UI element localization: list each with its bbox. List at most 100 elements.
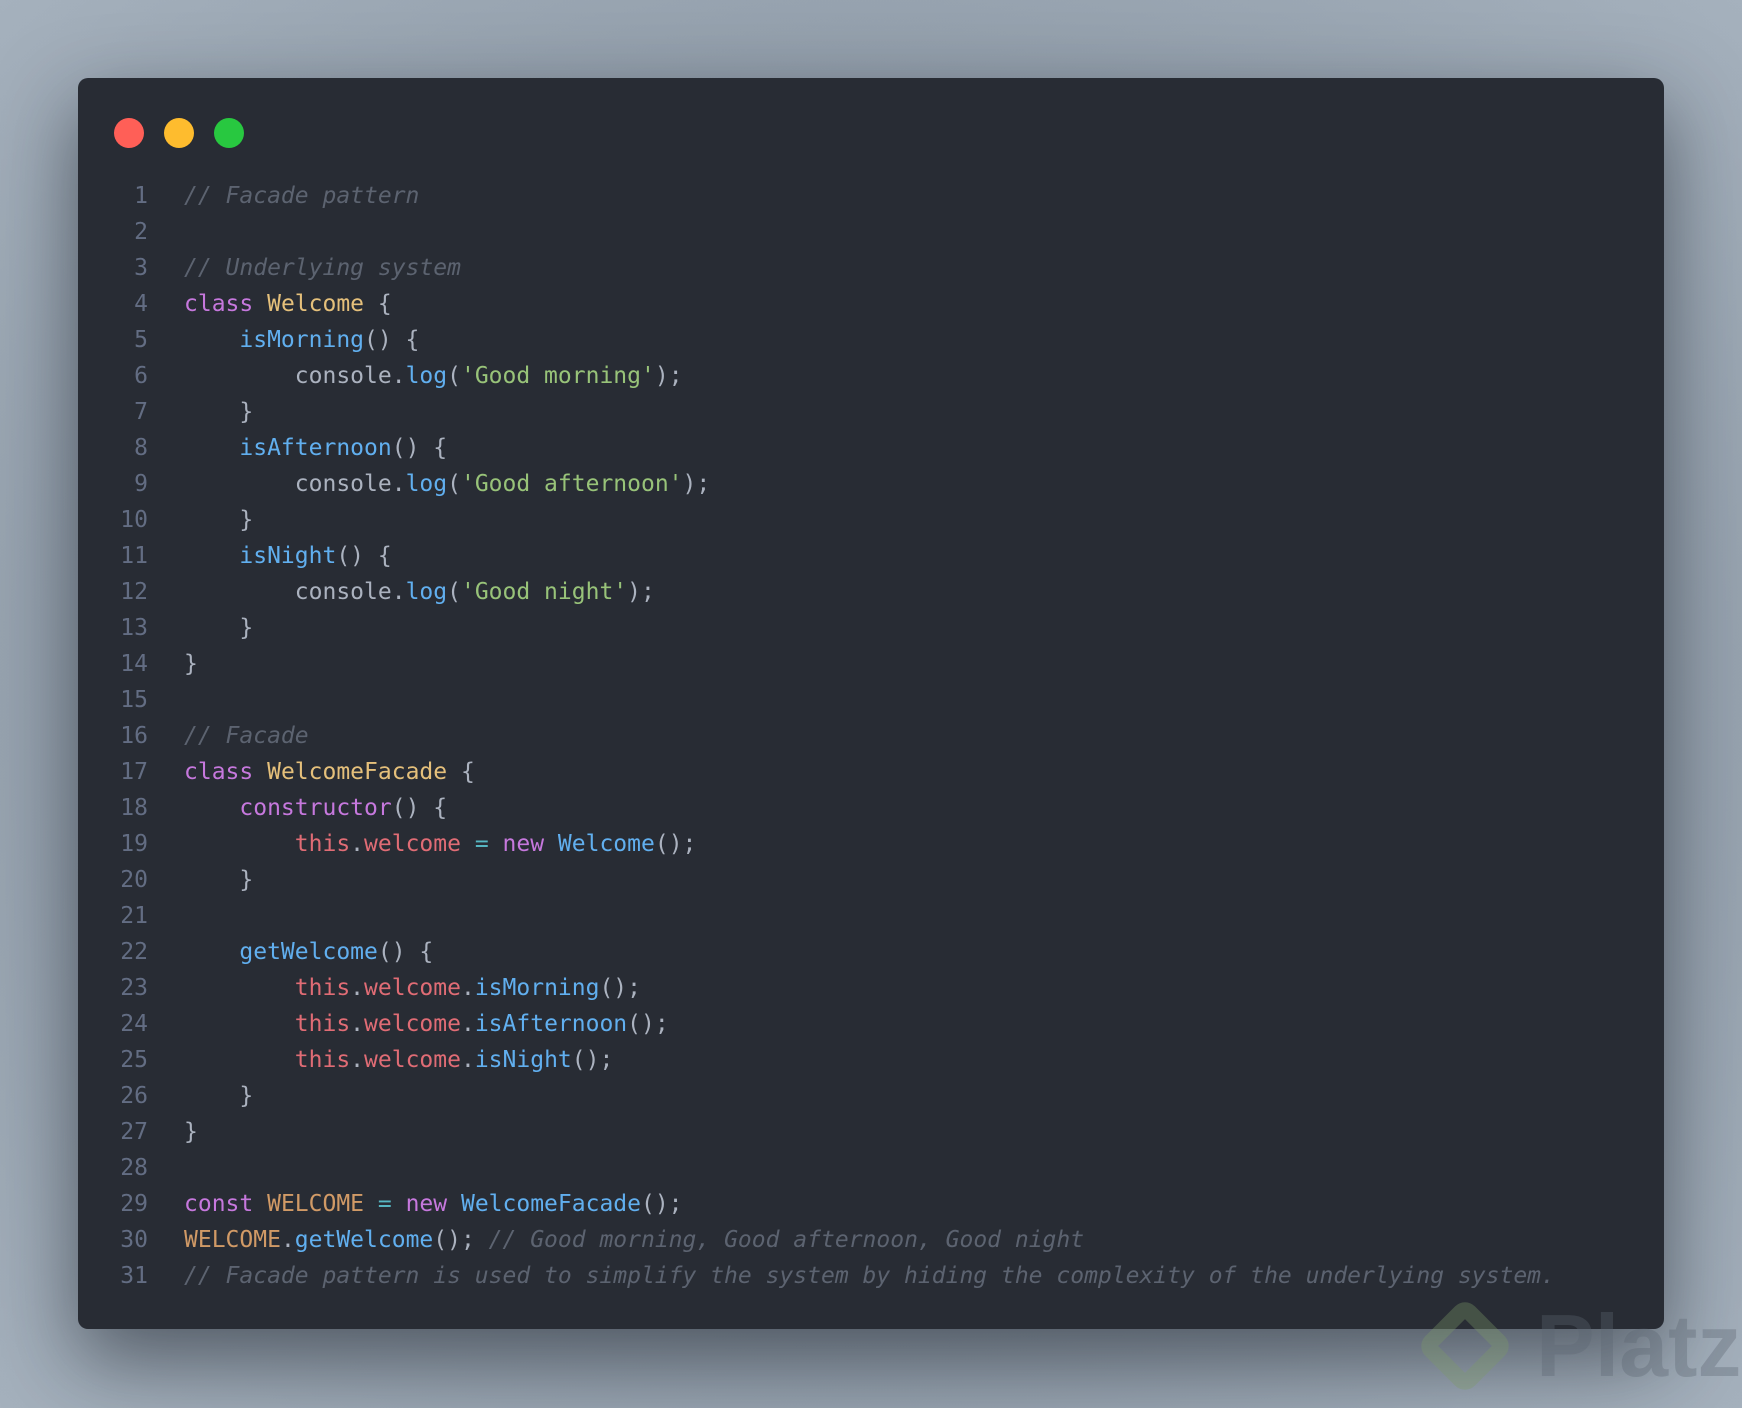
- line-number: 22: [120, 939, 148, 965]
- line-source: this.welcome.isAfternoon();: [184, 1006, 669, 1042]
- token-plain: () {: [364, 327, 420, 353]
- code-line: 1 // Facade pattern: [0, 178, 1742, 214]
- token-func: log: [405, 363, 448, 389]
- token-plain: {: [364, 291, 392, 317]
- line-number: 23: [120, 975, 148, 1001]
- maximize-button[interactable]: [214, 118, 244, 148]
- line-number: 27: [120, 1119, 148, 1145]
- token-plain: .: [280, 1227, 295, 1253]
- token-plain: .: [460, 975, 475, 1001]
- token-string: 'Good morning': [460, 363, 655, 389]
- token-func: WelcomeFacade: [460, 1191, 641, 1217]
- code-line: 7 }: [0, 394, 1742, 430]
- code-line: 3 // Underlying system: [0, 250, 1742, 286]
- code-line: 5 isMorning() {: [0, 322, 1742, 358]
- token-plain: () {: [391, 795, 448, 821]
- code-line: 2: [0, 214, 1742, 250]
- token-comment: // Facade pattern is used to simplify th…: [184, 1263, 1555, 1289]
- token-func: Welcome: [557, 831, 655, 857]
- line-number: 7: [134, 399, 148, 425]
- token-keyword: new: [502, 831, 558, 857]
- token-comment: // Facade: [184, 723, 309, 749]
- line-number: 14: [120, 651, 148, 677]
- line-number: 24: [120, 1011, 148, 1037]
- token-plain: console.: [184, 579, 406, 605]
- line-number: 2: [134, 219, 148, 245]
- token-plain: }: [184, 507, 254, 533]
- code-editor: 1// Facade pattern 2 3// Underlying system…: [0, 178, 1742, 1294]
- line-number: 6: [134, 363, 148, 389]
- line-number: 13: [120, 615, 148, 641]
- line-source: const WELCOME = new WelcomeFacade();: [184, 1186, 683, 1222]
- line-source: // Facade: [184, 718, 309, 754]
- token-func: isAfternoon: [239, 435, 392, 461]
- line-number: 8: [134, 435, 148, 461]
- token-plain: .: [350, 1047, 365, 1073]
- token-keyword: constructor: [239, 795, 392, 821]
- token-keyword: class: [184, 759, 268, 785]
- token-op: =: [460, 831, 503, 857]
- token-prop: welcome: [364, 1047, 461, 1073]
- token-prop: welcome: [364, 831, 461, 857]
- line-number: 15: [120, 687, 148, 713]
- platzi-watermark: Platzi: [1415, 1295, 1742, 1397]
- minimize-button[interactable]: [164, 118, 194, 148]
- token-plain: );: [627, 579, 655, 605]
- line-source: }: [184, 1114, 198, 1150]
- line-source: }: [184, 502, 253, 538]
- line-number: 16: [120, 723, 148, 749]
- token-plain: () {: [391, 435, 448, 461]
- line-source: this.welcome.isMorning();: [184, 970, 641, 1006]
- line-number: 18: [120, 795, 148, 821]
- line-number: 21: [120, 903, 148, 929]
- token-plain: }: [184, 1083, 254, 1109]
- token-plain: ();: [654, 831, 697, 857]
- token-plain: }: [184, 867, 254, 893]
- token-plain: .: [350, 975, 365, 1001]
- token-func: isNight: [239, 543, 337, 569]
- code-line: 16 // Facade: [0, 718, 1742, 754]
- code-line: 4 class Welcome {: [0, 286, 1742, 322]
- code-line: 9 console.log('Good afternoon');: [0, 466, 1742, 502]
- token-plain: (: [447, 363, 461, 389]
- token-keyword: class: [184, 291, 268, 317]
- line-number: 10: [120, 507, 148, 533]
- line-source: }: [184, 862, 253, 898]
- token-op: =: [364, 1191, 406, 1217]
- line-number: 31: [120, 1263, 148, 1289]
- token-func: log: [405, 471, 448, 497]
- token-const: WELCOME: [184, 1227, 281, 1253]
- token-comment: // Facade pattern: [184, 183, 420, 209]
- token-plain: ();: [640, 1191, 683, 1217]
- line-source: this.welcome = new Welcome();: [184, 826, 697, 862]
- token-keyword: new: [405, 1191, 461, 1217]
- close-button[interactable]: [114, 118, 144, 148]
- code-line: 11 isNight() {: [0, 538, 1742, 574]
- line-number: 26: [120, 1083, 148, 1109]
- code-line: 13 }: [0, 610, 1742, 646]
- code-line: 8 isAfternoon() {: [0, 430, 1742, 466]
- line-number: 19: [120, 831, 148, 857]
- line-source: WELCOME.getWelcome(); // Good morning, G…: [184, 1222, 1084, 1258]
- code-line: 15: [0, 682, 1742, 718]
- code-line: 19 this.welcome = new Welcome();: [0, 826, 1742, 862]
- line-source: }: [184, 1078, 253, 1114]
- token-class: WelcomeFacade: [267, 759, 448, 785]
- line-number: 25: [120, 1047, 148, 1073]
- token-plain: () {: [377, 939, 434, 965]
- code-line: 23 this.welcome.isMorning();: [0, 970, 1742, 1006]
- code-line: 28: [0, 1150, 1742, 1186]
- token-comment: // Good morning, Good afternoon, Good ni…: [488, 1227, 1085, 1253]
- line-source: class WelcomeFacade {: [184, 754, 475, 790]
- line-source: }: [184, 610, 253, 646]
- token-keyword: const: [184, 1191, 268, 1217]
- token-plain: .: [460, 1011, 475, 1037]
- code-line: 21: [0, 898, 1742, 934]
- token-plain: () {: [336, 543, 392, 569]
